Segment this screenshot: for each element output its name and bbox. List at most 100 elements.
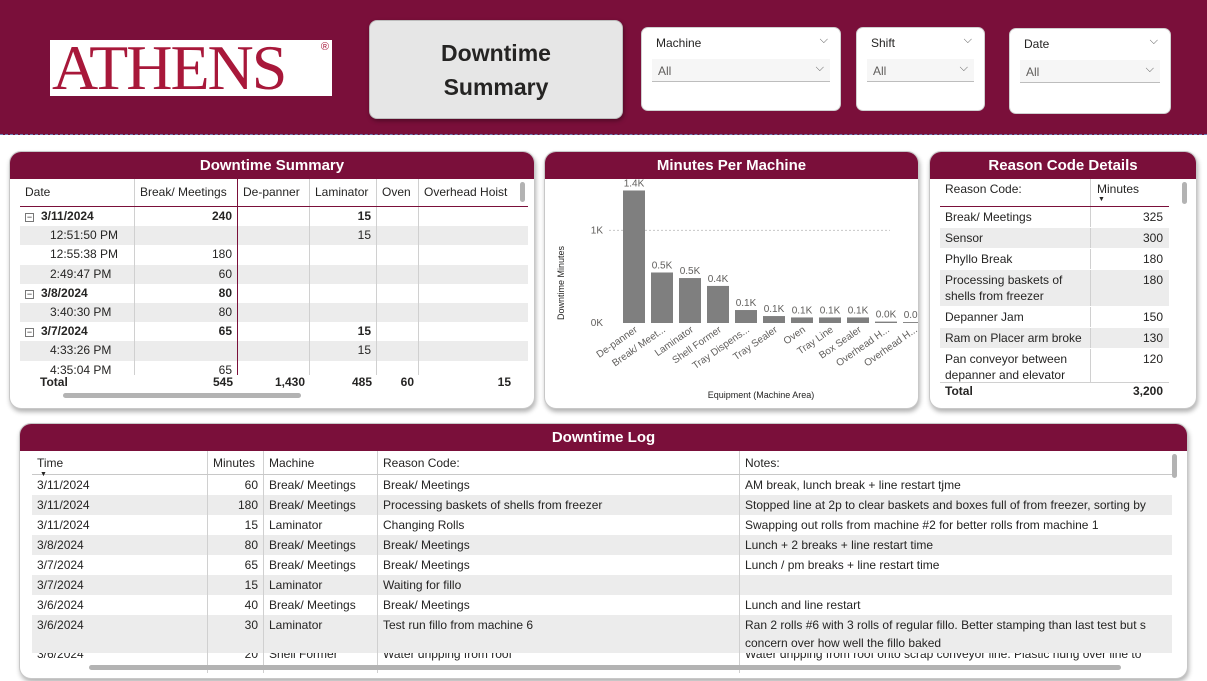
chevron-down-icon[interactable]: ⌵ [1150,35,1158,48]
y-tick-label: 1K [591,225,604,236]
reason-row: Break/ Meetings 325 [940,207,1169,228]
matrix-detail-row: 12:55:38 PM 180 [20,245,528,265]
cell-value [310,302,377,323]
cell-value [238,264,310,284]
chevron-down-icon[interactable]: ⌵ [964,34,972,47]
bar [903,322,918,323]
log-reason: Break/ Meetings [378,475,740,495]
log-notes: Water dripping from roof onto scrap conv… [745,653,1142,661]
page-title-card: Downtime Summary [369,20,623,119]
shift-slicer[interactable]: Shift ⌵ All ⌵ [856,27,985,111]
data-label: 0.1K [792,305,813,316]
col-header-oven[interactable]: Oven [377,179,419,206]
bar [707,285,729,323]
cell-value [419,245,516,264]
athens-logo: ATHENS ® [50,40,332,96]
log-machine: Break/ Meetings [264,595,378,615]
reason-row: Pan conveyor between depanner and elevat… [940,349,1169,386]
col-header-break-meetings[interactable]: Break/ Meetings [135,179,238,206]
group-date: 3/8/2024 [41,285,88,300]
log-time: 3/7/2024 [32,575,208,595]
reason-minutes: 300 [1142,231,1163,245]
cell-value [238,207,310,227]
col-header-laminator[interactable]: Laminator [310,179,377,206]
collapse-icon[interactable]: − [25,328,34,338]
log-minutes: 60 [208,475,264,495]
cell-value [419,341,516,360]
detail-time: 2:49:47 PM [20,264,135,284]
log-reason: Break/ Meetings [378,555,740,575]
collapse-icon[interactable]: − [25,289,34,299]
cell-value [377,207,419,227]
date-dropdown[interactable]: All ⌵ [1020,60,1160,83]
log-reason: Break/ Meetings [378,535,740,555]
machine-slicer[interactable]: Machine ⌵ All ⌵ [641,27,841,111]
reason-minutes: 180 [1142,252,1163,266]
shift-dropdown[interactable]: All ⌵ [867,59,974,82]
group-date: 3/11/2024 [41,209,94,223]
horizontal-scrollbar[interactable] [63,393,301,398]
data-label: 0.0K [876,310,897,321]
cell-value [419,207,516,226]
bar [819,317,841,323]
reason-total-row: Total 3,200 [940,382,1169,399]
date-dropdown-value: All [1026,65,1040,79]
log-reason: Processing baskets of shells from freeze… [378,495,740,515]
total-value: 485 [351,375,372,389]
log-time: 3/6/2024 [32,653,208,673]
col-header-reason-code[interactable]: Reason Code: [940,179,1091,206]
log-row: 3/6/2024 20 Shell Former Water dripping … [32,653,1172,673]
data-label: 0.1K [736,298,757,309]
date-slicer[interactable]: Date ⌵ All ⌵ [1009,28,1171,114]
cell-value [238,322,310,342]
downtime-summary-card: Downtime Summary Date Break/ Meetings De… [9,151,535,409]
chevron-down-icon[interactable]: ⌵ [1146,63,1154,76]
summary-matrix: Date Break/ Meetings De-panner Laminator… [20,179,528,380]
chevron-down-icon[interactable]: ⌵ [816,62,824,75]
cell-value [310,264,377,284]
downtime-summary-title: Downtime Summary [10,152,534,179]
chevron-down-icon[interactable]: ⌵ [820,34,828,47]
detail-time: 12:51:50 PM [20,226,135,246]
log-machine: Shell Former [264,653,378,673]
col-header-date[interactable]: Date [20,179,135,206]
log-minutes: 20 [208,653,264,673]
downtime-log-title: Downtime Log [20,424,1187,451]
cell-value: 65 [135,322,238,342]
matrix-header: Date Break/ Meetings De-panner Laminator… [20,179,528,207]
col-header-time[interactable]: Time ▼ [32,451,208,478]
cell-value [238,245,310,265]
cell-value: 15 [310,322,377,342]
machine-dropdown[interactable]: All ⌵ [652,59,830,82]
machine-slicer-label: Machine [656,36,702,50]
log-row: 3/8/2024 80 Break/ Meetings Break/ Meeti… [32,535,1172,555]
vertical-scrollbar[interactable] [1172,454,1177,478]
vertical-scrollbar[interactable] [520,182,525,202]
reason-code-table: Reason Code: Minutes ▼ Break/ Meetings 325… [940,179,1169,386]
col-header-de-panner[interactable]: De-panner [238,179,310,206]
col-header-minutes[interactable]: Minutes ▼ [1091,179,1169,206]
log-row: 3/6/2024 40 Break/ Meetings Break/ Meeti… [32,595,1172,615]
cell-value [377,226,419,246]
data-label: 0.1K [848,305,869,316]
log-time: 3/6/2024 [32,595,208,615]
reason-total-label: Total [945,384,973,398]
col-header-reason-code[interactable]: Reason Code: [378,451,740,474]
cell-value [238,302,310,323]
col-header-machine[interactable]: Machine [264,451,378,474]
col-header-notes[interactable]: Notes: [740,451,1172,474]
reason-minutes: 130 [1142,331,1163,345]
horizontal-scrollbar[interactable] [89,665,1121,670]
cell-value: 60 [135,264,238,284]
cell-value: 80 [135,283,238,303]
col-header-minutes[interactable]: Minutes [208,451,264,474]
collapse-icon[interactable]: − [25,213,34,222]
reason-row: Phyllo Break 180 [940,249,1169,270]
col-header-overhead-hoist[interactable]: Overhead Hoist [419,179,516,206]
bar [847,317,869,323]
log-time: 3/11/2024 [32,515,208,535]
vertical-scrollbar[interactable] [1182,182,1187,204]
cell-value [377,341,419,361]
log-minutes: 80 [208,535,264,555]
chevron-down-icon[interactable]: ⌵ [960,62,968,75]
